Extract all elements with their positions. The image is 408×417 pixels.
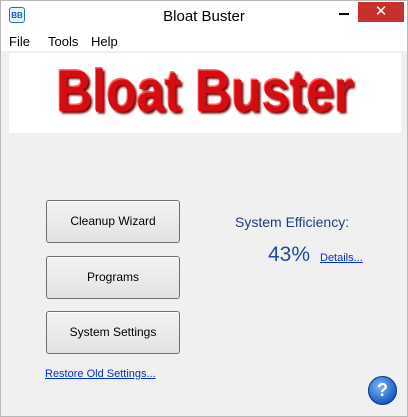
programs-button[interactable]: Programs — [46, 256, 180, 299]
details-link[interactable]: Details... — [320, 252, 363, 264]
title-bar: BB Bloat Buster ✕ — [1, 1, 407, 31]
close-button[interactable]: ✕ — [358, 2, 404, 22]
logo-banner: Bloat Buster — [9, 53, 401, 133]
menu-help[interactable]: Help — [91, 34, 118, 49]
system-efficiency-label: System Efficiency: — [235, 214, 350, 230]
system-settings-button[interactable]: System Settings — [46, 311, 180, 354]
restore-old-settings-link[interactable]: Restore Old Settings... — [45, 368, 156, 380]
logo-text: Bloat Buster — [56, 58, 354, 125]
app-window: BB Bloat Buster ✕ File Tools Help Bloat … — [0, 0, 408, 417]
cleanup-wizard-button[interactable]: Cleanup Wizard — [46, 200, 180, 243]
menu-tools[interactable]: Tools — [48, 34, 78, 49]
minimize-icon — [339, 13, 349, 15]
minimize-button[interactable] — [331, 2, 357, 22]
close-icon: ✕ — [374, 3, 388, 20]
help-icon[interactable]: ? — [368, 376, 397, 405]
menu-file[interactable]: File — [9, 34, 30, 49]
system-efficiency-value: 43% — [268, 243, 311, 266]
menu-bar: File Tools Help — [1, 31, 407, 52]
